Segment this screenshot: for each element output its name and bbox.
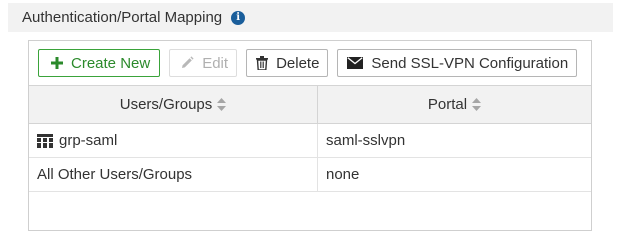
sort-icon	[472, 98, 482, 111]
send-ssl-vpn-config-button[interactable]: Send SSL-VPN Configuration	[337, 49, 578, 77]
pencil-icon	[182, 56, 194, 68]
sort-icon	[217, 98, 227, 111]
envelope-icon	[347, 57, 364, 69]
table-header: Users/Groups Portal	[29, 85, 591, 124]
section-header: Authentication/Portal Mapping i	[8, 3, 613, 32]
edit-label: Edit	[202, 54, 229, 72]
mapping-panel: Create New Edit Delete Send SSL-VPN Conf…	[28, 40, 592, 231]
user-group-icon	[37, 133, 53, 148]
delete-button[interactable]: Delete	[246, 49, 329, 77]
info-icon[interactable]: i	[231, 10, 246, 25]
section-title: Authentication/Portal Mapping	[22, 9, 223, 26]
column-header-users-groups[interactable]: Users/Groups	[29, 86, 318, 123]
create-new-label: Create New	[71, 54, 151, 72]
column-header-label: Portal	[427, 96, 468, 113]
plus-icon	[51, 57, 63, 69]
create-new-button[interactable]: Create New	[38, 49, 161, 77]
portal-text: none	[326, 166, 360, 183]
trash-icon	[256, 56, 269, 70]
column-header-portal[interactable]: Portal	[318, 86, 591, 123]
users-groups-cell: All Other Users/Groups	[29, 158, 318, 191]
send-ssl-vpn-config-label: Send SSL-VPN Configuration	[371, 54, 569, 72]
delete-label: Delete	[276, 54, 320, 72]
edit-button[interactable]: Edit	[169, 49, 238, 77]
portal-cell: none	[318, 158, 591, 191]
users-groups-text: All Other Users/Groups	[37, 166, 193, 183]
portal-text: saml-sslvpn	[326, 132, 406, 149]
users-groups-cell: grp-saml	[29, 124, 318, 157]
portal-cell: saml-sslvpn	[318, 124, 591, 157]
column-header-label: Users/Groups	[119, 96, 213, 113]
table-row[interactable]: grp-saml saml-sslvpn	[29, 124, 591, 158]
table-row[interactable]: All Other Users/Groups none	[29, 158, 591, 192]
toolbar: Create New Edit Delete Send SSL-VPN Conf…	[38, 49, 586, 77]
mapping-table: Users/Groups Portal grp-saml saml-sslvpn…	[29, 85, 591, 192]
users-groups-text: grp-saml	[59, 132, 118, 149]
